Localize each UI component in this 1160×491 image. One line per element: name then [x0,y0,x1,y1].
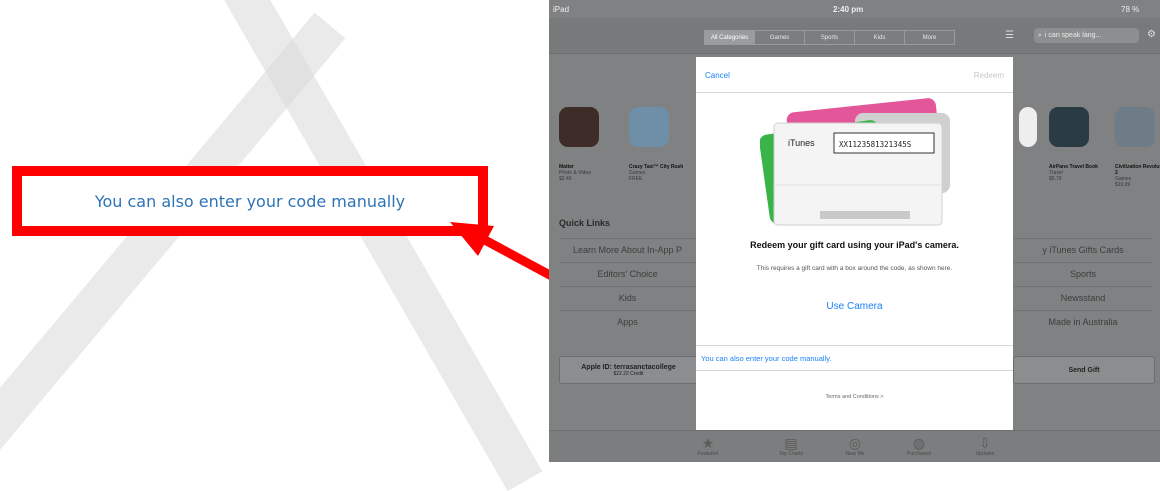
app-meta: Matter Photo & Video $2.49 [559,164,615,182]
app-icon-airpano[interactable] [1049,107,1089,147]
quick-links-title: Quick Links [559,218,611,228]
card-code: XX1123581321345S [839,140,912,149]
modal-heading: Redeem your gift card using your iPad's … [750,240,959,250]
tab-label: Featured [697,451,718,457]
divider [696,92,1013,93]
app-price: $19.99 [1115,182,1131,188]
star-icon: ★ [701,435,715,451]
redeem-modal: Cancel Redeem iTunes XX1123581321345S Re… [696,57,1013,430]
tab-purchased[interactable]: ◍ Purchased [899,435,939,457]
segment-sports[interactable]: Sports [804,30,854,45]
app-icon-crazy-taxi[interactable] [629,107,669,147]
category-segments: All Categories Games Sports Kids More [704,30,955,45]
segment-kids[interactable]: Kids [854,30,904,45]
download-icon: ⇩ [979,435,991,451]
quick-link[interactable]: Kids [559,286,696,309]
divider [696,345,1013,346]
quick-link[interactable]: Newsstand [1013,286,1153,309]
status-time: 2:40 pm [833,5,864,14]
tab-near-me[interactable]: ◎ Near Me [835,435,875,457]
terms-link[interactable]: Terms and Conditions > [696,394,1013,400]
tab-featured[interactable]: ★ Featured [688,435,728,457]
tab-label: Top Charts [778,451,804,457]
segment-all-categories[interactable]: All Categories [704,30,754,45]
cancel-button[interactable]: Cancel [705,71,730,80]
search-input[interactable]: ⌕ i can speak lang... [1034,28,1139,43]
send-gift-label: Send Gift [1068,366,1100,374]
card-brand: iTunes [788,138,815,148]
quick-link[interactable]: Learn More About In-App P [559,238,696,261]
apple-id-button[interactable]: Apple ID: terrasanctacollege $22.22 Cred… [559,356,698,384]
app-price: FREE [629,176,643,182]
app-icon-civilization[interactable] [1115,107,1155,147]
location-icon: ◎ [848,435,862,451]
app-icon-partial[interactable] [1019,107,1037,147]
battery-label: 78 % [1121,5,1140,14]
quick-link[interactable]: Apps [559,310,696,333]
app-price: $2.49 [559,176,572,182]
search-icon: ⌕ [1038,31,1042,39]
status-bar: iPad 2:40 pm 78 % [549,0,1160,18]
use-camera-button[interactable]: Use Camera [696,301,1013,312]
cloud-icon: ◍ [912,435,926,451]
tab-label: Near Me [845,451,865,457]
app-meta: Civilization Revolution 2 Games $19.99 [1115,164,1160,188]
modal-subtext: This requires a gift card with a box aro… [756,265,953,272]
quick-link[interactable]: Made in Australia [1013,310,1153,333]
tab-label: Updates [975,451,995,457]
app-price: $5.79 [1049,176,1062,182]
ipad-screen: iPad 2:40 pm 78 % All Categories Games S… [549,0,1160,462]
app-meta: Crazy Taxi™ City Rush Games FREE [629,164,685,182]
gear-icon[interactable]: ⚙ [1147,29,1156,40]
tab-updates[interactable]: ⇩ Updates [965,435,1005,457]
redeem-button[interactable]: Redeem [974,71,1004,80]
segment-more[interactable]: More [904,30,955,45]
send-gift-button[interactable]: Send Gift [1013,356,1155,384]
list-icon[interactable]: ☰ [1005,30,1019,41]
app-name: Civilization Revolution 2 [1115,164,1160,176]
credit-label: $22.22 Credit [613,370,644,377]
apple-id-label: Apple ID: terrasanctacollege [581,363,676,371]
enter-code-manually-link[interactable]: You can also enter your code manually. [701,354,832,363]
search-value: i can speak lang... [1044,32,1102,39]
list-icon: ▤ [784,435,798,451]
tab-label: Purchased [907,451,931,457]
tab-top-charts[interactable]: ▤ Top Charts [771,435,811,457]
device-label: iPad [553,5,570,14]
app-icon-matter[interactable] [559,107,599,147]
segment-games[interactable]: Games [754,30,804,45]
quick-link[interactable]: Sports [1013,262,1153,285]
app-meta: AirPano Travel Book Travel $5.79 [1049,164,1105,182]
gift-card-illustration [760,98,950,226]
quick-link[interactable]: Editors' Choice [559,262,696,285]
divider [696,370,1013,371]
tab-bar: ★ Featured ▤ Top Charts ◎ Near Me ◍ Purchase… [549,430,1160,462]
quick-link[interactable]: y iTunes Gifts Cards [1013,238,1153,261]
